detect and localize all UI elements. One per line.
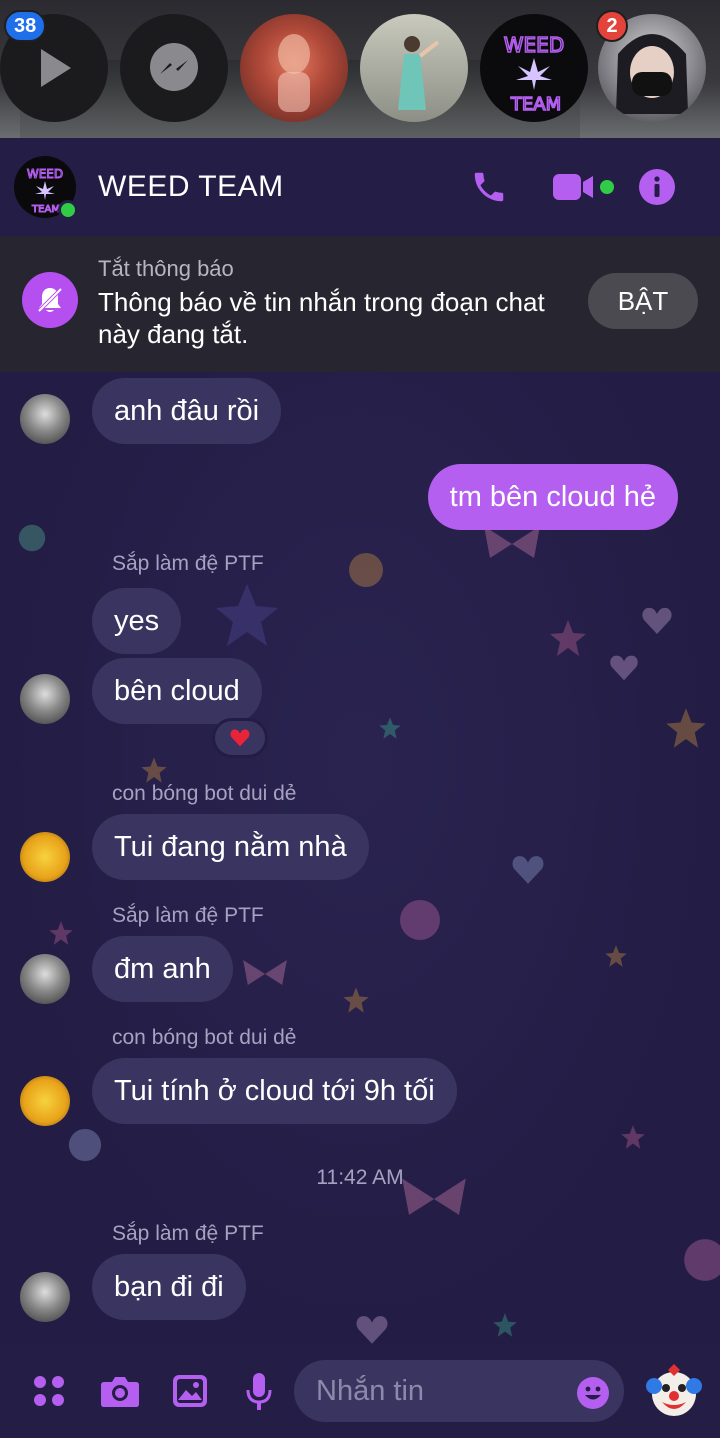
play-icon: [41, 49, 71, 87]
phone-icon[interactable]: [470, 168, 508, 206]
message-bubble[interactable]: bạn đi đi: [92, 1254, 246, 1320]
svg-text:TEAM: TEAM: [31, 204, 60, 215]
sender-name: Sắp làm đệ PTF: [112, 552, 264, 575]
flower-decoration: [400, 900, 440, 940]
star-decoration: [621, 1125, 645, 1149]
star-decoration: [343, 987, 369, 1013]
sender-avatar[interactable]: [20, 394, 70, 444]
message-bubble[interactable]: anh đâu rồi: [92, 378, 282, 444]
bubble-head-contact[interactable]: [360, 14, 468, 122]
muted-notification-banner: Tắt thông báo Thông báo về tin nhắn tron…: [0, 236, 720, 372]
sender-avatar[interactable]: [20, 1272, 70, 1322]
star-decoration: [550, 620, 586, 656]
messenger-icon: [150, 43, 198, 91]
heart-decoration: [642, 607, 672, 634]
star-decoration: [216, 584, 278, 646]
video-active-dot: [600, 180, 614, 194]
clown-emoji-icon[interactable]: [646, 1364, 702, 1420]
sender-name: con bóng bot dui dẻ: [112, 1026, 297, 1049]
svg-text:TEAM: TEAM: [510, 94, 561, 115]
sender-name: Sắp làm đệ PTF: [112, 1222, 264, 1245]
unmute-button[interactable]: BẬT: [588, 273, 698, 329]
chat-title[interactable]: WEED TEAM: [98, 170, 284, 204]
heart-decoration: [610, 655, 638, 681]
bubble-head-group[interactable]: WEED TEAM: [480, 14, 588, 122]
heart-decoration: [356, 1316, 388, 1344]
message-bubble[interactable]: bên cloud: [92, 658, 262, 724]
heart-reaction[interactable]: [212, 718, 268, 758]
smiley-decoration: [68, 1128, 102, 1162]
star-decoration: [379, 717, 401, 739]
heart-icon: [230, 729, 250, 747]
camera-icon[interactable]: [100, 1374, 140, 1408]
message-bubble[interactable]: Tui đang nằm nhà: [92, 814, 369, 880]
message-list[interactable]: anh đâu rồi tm bên cloud hẻ Sắp làm đệ P…: [0, 372, 720, 1344]
microphone-icon[interactable]: [244, 1372, 274, 1412]
info-icon[interactable]: [638, 168, 676, 206]
smiley-decoration: [18, 524, 46, 552]
group-logo: WEED TEAM: [503, 32, 565, 116]
bubble-head-messenger[interactable]: [120, 14, 228, 122]
bubble-heads-bar: 38 WEED TEAM 2: [0, 0, 720, 138]
unread-badge: 38: [4, 10, 47, 42]
message-input[interactable]: [294, 1360, 624, 1422]
flower-decoration: [684, 1239, 720, 1281]
star-decoration: [49, 921, 73, 945]
heart-decoration: [512, 856, 544, 884]
sender-avatar[interactable]: [20, 674, 70, 724]
sender-avatar[interactable]: [20, 1076, 70, 1126]
message-timestamp: 11:42 AM: [316, 1166, 404, 1189]
apps-icon[interactable]: [32, 1374, 66, 1408]
message-bubble-outgoing[interactable]: tm bên cloud hẻ: [427, 464, 678, 530]
sender-name: con bóng bot dui dẻ: [112, 782, 297, 805]
star-decoration: [666, 708, 706, 748]
butterfly-decoration: [243, 959, 287, 985]
muted-description: Thông báo về tin nhắn trong đoạn chat nà…: [98, 287, 545, 349]
star-decoration: [141, 757, 167, 783]
emoji-icon[interactable]: [576, 1376, 610, 1410]
message-bubble[interactable]: đm anh: [92, 936, 233, 1002]
gallery-icon[interactable]: [172, 1374, 208, 1408]
video-icon[interactable]: [552, 170, 594, 204]
muted-title: Tắt thông báo: [98, 256, 234, 281]
svg-text:WEED: WEED: [27, 167, 63, 181]
message-bubble[interactable]: Tui tính ở cloud tới 9h tối: [92, 1058, 457, 1124]
unread-badge: 2: [596, 10, 628, 42]
smiley-decoration: [349, 553, 383, 587]
message-composer: [0, 1344, 720, 1438]
svg-text:WEED: WEED: [504, 33, 564, 57]
online-indicator: [58, 200, 78, 220]
bubble-head-contact[interactable]: [240, 14, 348, 122]
bell-off-icon: [22, 272, 78, 328]
message-bubble[interactable]: yes: [92, 588, 182, 654]
sender-avatar[interactable]: [20, 954, 70, 1004]
contact-avatar: [398, 36, 440, 110]
star-decoration: [605, 945, 627, 967]
sender-name: Sắp làm đệ PTF: [112, 904, 264, 927]
contact-avatar: [278, 34, 310, 112]
sender-avatar[interactable]: [20, 832, 70, 882]
star-decoration: [493, 1313, 517, 1337]
